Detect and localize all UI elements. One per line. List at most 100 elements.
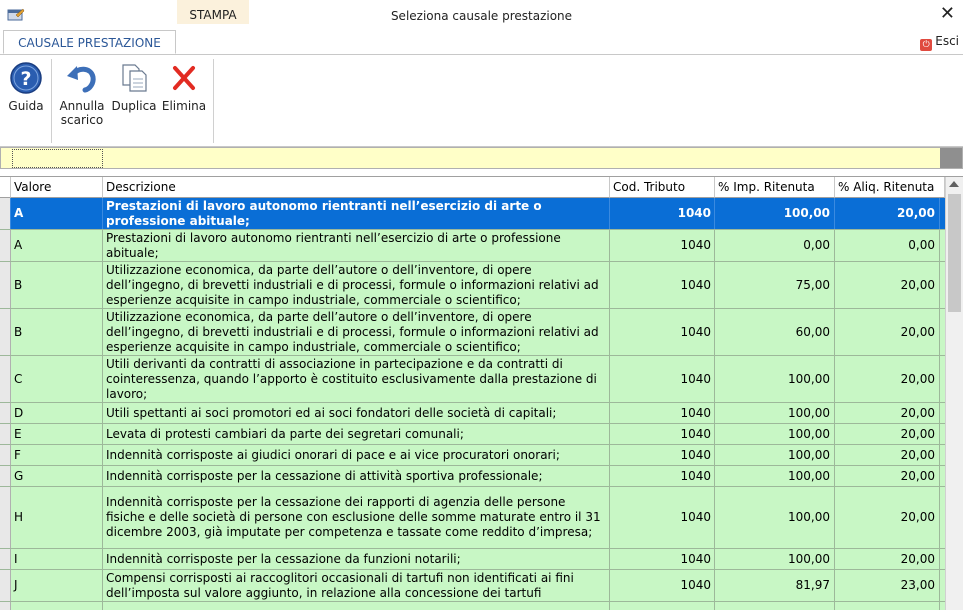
cell-cod-tributo[interactable]: 1040 [610, 198, 715, 229]
scroll-up-icon[interactable] [949, 181, 959, 187]
cell-imp-ritenuta[interactable]: 100,00 [715, 198, 835, 229]
cell-cod-tributo[interactable]: 1040 [610, 309, 715, 355]
table-row[interactable]: A Prestazioni di lavoro autonomo rientran… [0, 230, 945, 262]
table-row[interactable]: I Indennità corrisposte per la cessazione… [0, 549, 945, 570]
filter-input[interactable] [12, 149, 103, 168]
cell-aliq-ritenuta[interactable]: 20,00 [835, 549, 940, 569]
cell-descrizione-text: Prestazioni di lavoro autonomo rientrant… [106, 230, 561, 260]
cell-valore[interactable]: J [11, 570, 103, 601]
elimina-button[interactable]: Elimina [160, 61, 208, 113]
cell-cod-tributo[interactable]: 1040 [610, 445, 715, 465]
cell-valore[interactable]: F [11, 445, 103, 465]
table-row[interactable]: C Utili derivanti da contratti di associa… [0, 356, 945, 403]
cell-valore[interactable]: A [11, 230, 103, 261]
cell-imp-ritenuta[interactable]: 100,00 [715, 403, 835, 423]
table-row[interactable]: B Utilizzazione economica, da parte dell’… [0, 262, 945, 309]
cell-valore[interactable]: I [11, 549, 103, 569]
table-row[interactable]: H Indennità corrisposte per la cessazione… [0, 487, 945, 549]
table-row[interactable]: E Levata di protesti cambiari da parte de… [0, 424, 945, 445]
cell-cod-tributo[interactable]: 1040 [610, 230, 715, 261]
cell-cod-tributo[interactable]: 1040 [610, 262, 715, 308]
cell-aliq-ritenuta-text: 20,00 [900, 405, 935, 420]
cell-aliq-ritenuta[interactable]: 20,00 [835, 445, 940, 465]
cell-descrizione[interactable]: Utili spettanti ai soci promotori ed ai … [103, 403, 610, 423]
scrollbar-thumb[interactable] [948, 194, 961, 312]
tab-stampa[interactable]: STAMPA [177, 0, 249, 24]
cell-valore[interactable]: B [11, 262, 103, 308]
cell-descrizione[interactable]: Indennità corrisposte per la cessazione … [103, 487, 610, 548]
header-imp-ritenuta[interactable]: % Imp. Ritenuta [715, 177, 835, 198]
cell-aliq-ritenuta[interactable]: 20,00 [835, 309, 940, 355]
cell-imp-ritenuta[interactable]: 100,00 [715, 466, 835, 486]
cell-descrizione[interactable]: Indennità corrisposte per la cessazione … [103, 549, 610, 569]
cell-valore[interactable]: D [11, 403, 103, 423]
cell-descrizione[interactable]: Assegni di servizio civile universale di… [103, 602, 610, 610]
cell-aliq-ritenuta[interactable] [835, 602, 940, 610]
table-row[interactable]: D Utili spettanti ai soci promotori ed ai… [0, 403, 945, 424]
cell-cod-tributo[interactable]: 1040 [610, 466, 715, 486]
close-icon[interactable]: ✕ [940, 4, 955, 24]
cell-valore[interactable]: B [11, 309, 103, 355]
table-row[interactable]: G Indennità corrisposte per la cessazione… [0, 466, 945, 487]
header-cod-tributo[interactable]: Cod. Tributo [610, 177, 715, 198]
cell-aliq-ritenuta[interactable]: 23,00 [835, 570, 940, 601]
duplicate-icon [122, 64, 147, 92]
header-descrizione[interactable]: Descrizione [103, 177, 610, 198]
cell-aliq-ritenuta[interactable]: 0,00 [835, 230, 940, 261]
table-row[interactable]: KAssegni di servizio civile universale d… [0, 602, 945, 610]
table-row[interactable]: B Utilizzazione economica, da parte dell’… [0, 309, 945, 356]
cell-cod-tributo[interactable]: 1040 [610, 570, 715, 601]
cell-valore[interactable]: H [11, 487, 103, 548]
cell-imp-ritenuta[interactable]: 100,00 [715, 356, 835, 402]
table-row[interactable]: F Indennità corrisposte ai giudici onorar… [0, 445, 945, 466]
cell-cod-tributo[interactable]: 1040 [610, 424, 715, 444]
exit-button[interactable]: ⏻ Esci [920, 34, 959, 51]
cell-cod-tributo[interactable]: 1040 [610, 403, 715, 423]
cell-imp-ritenuta[interactable]: 0,00 [715, 230, 835, 261]
cell-aliq-ritenuta[interactable]: 20,00 [835, 403, 940, 423]
tab-causale-prestazione[interactable]: CAUSALE PRESTAZIONE [3, 30, 176, 54]
cell-descrizione[interactable]: Indennità corrisposte per la cessazione … [103, 466, 610, 486]
cell-descrizione[interactable]: Levata di protesti cambiari da parte dei… [103, 424, 610, 444]
cell-imp-ritenuta[interactable] [715, 602, 835, 610]
cell-imp-ritenuta[interactable]: 100,00 [715, 487, 835, 548]
cell-descrizione[interactable]: Utilizzazione economica, da parte dell’a… [103, 309, 610, 355]
cell-imp-ritenuta[interactable]: 81,97 [715, 570, 835, 601]
cell-valore[interactable]: E [11, 424, 103, 444]
annulla-label: Annulla [59, 99, 105, 113]
cell-aliq-ritenuta[interactable]: 20,00 [835, 198, 940, 229]
annulla-scarico-button[interactable]: Annulla scarico [56, 61, 108, 127]
cell-aliq-ritenuta[interactable]: 20,00 [835, 466, 940, 486]
cell-descrizione[interactable]: Utili derivanti da contratti di associaz… [103, 356, 610, 402]
cell-imp-ritenuta[interactable]: 100,00 [715, 549, 835, 569]
cell-cod-tributo[interactable]: 1040 [610, 356, 715, 402]
cell-cod-tributo[interactable]: 1040 [610, 487, 715, 548]
cell-cod-tributo[interactable]: 1040 [610, 549, 715, 569]
cell-valore[interactable]: A [11, 198, 103, 229]
cell-aliq-ritenuta[interactable]: 20,00 [835, 356, 940, 402]
header-aliq-ritenuta[interactable]: % Aliq. Ritenuta [835, 177, 945, 198]
duplica-button[interactable]: Duplica [110, 61, 158, 113]
guida-button[interactable]: ? Guida [6, 61, 46, 113]
help-icon: ? [10, 62, 42, 94]
cell-valore[interactable]: C [11, 356, 103, 402]
cell-descrizione[interactable]: Indennità corrisposte ai giudici onorari… [103, 445, 610, 465]
cell-imp-ritenuta[interactable]: 100,00 [715, 445, 835, 465]
cell-aliq-ritenuta[interactable]: 20,00 [835, 487, 940, 548]
cell-imp-ritenuta[interactable]: 75,00 [715, 262, 835, 308]
cell-descrizione[interactable]: Compensi corrisposti ai raccoglitori occ… [103, 570, 610, 601]
cell-cod-tributo[interactable] [610, 602, 715, 610]
cell-aliq-ritenuta[interactable]: 20,00 [835, 262, 940, 308]
cell-descrizione[interactable]: Prestazioni di lavoro autonomo rientrant… [103, 230, 610, 261]
cell-imp-ritenuta[interactable]: 60,00 [715, 309, 835, 355]
table-row[interactable]: A Prestazioni di lavoro autonomo rientran… [0, 198, 945, 230]
cell-imp-ritenuta[interactable]: 100,00 [715, 424, 835, 444]
cell-descrizione[interactable]: Utilizzazione economica, da parte dell’a… [103, 262, 610, 308]
cell-valore[interactable]: K [11, 602, 103, 610]
table-row[interactable]: J Compensi corrisposti ai raccoglitori oc… [0, 570, 945, 602]
cell-aliq-ritenuta[interactable]: 20,00 [835, 424, 940, 444]
cell-descrizione[interactable]: Prestazioni di lavoro autonomo rientrant… [103, 198, 610, 229]
header-valore[interactable]: Valore [11, 177, 103, 198]
cell-valore[interactable]: G [11, 466, 103, 486]
vertical-scrollbar[interactable] [945, 177, 963, 610]
